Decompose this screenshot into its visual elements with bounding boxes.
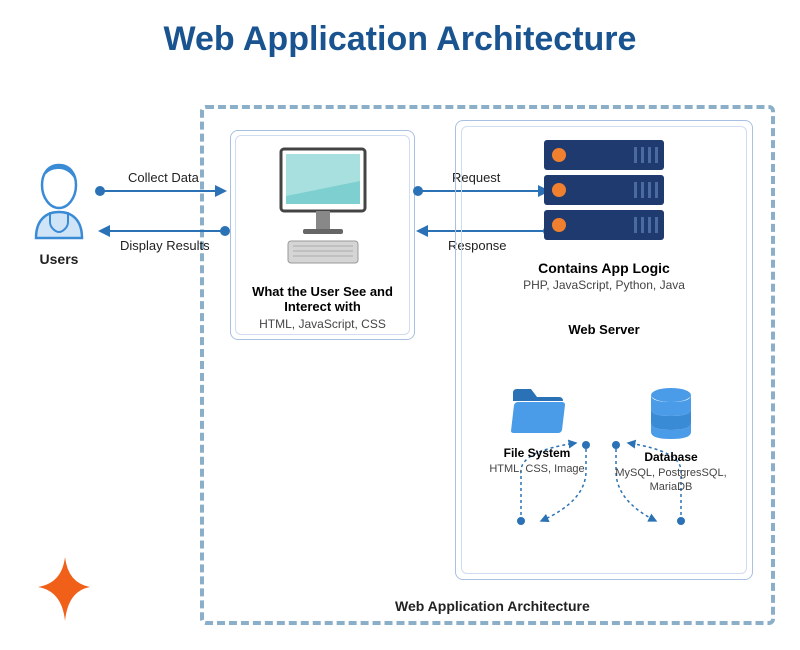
server-title: Contains App Logic xyxy=(470,260,738,276)
arrow-display-results xyxy=(100,230,225,232)
users-node: Users xyxy=(28,160,90,267)
database-icon xyxy=(646,426,696,443)
arrow-collect-data xyxy=(100,190,225,192)
star-logo-icon xyxy=(30,555,100,630)
filesystem-title: File System xyxy=(472,446,602,460)
client-subtitle: HTML, JavaScript, CSS xyxy=(231,317,414,331)
computer-icon xyxy=(263,141,383,276)
filesystem-subtitle: HTML, CSS, Image xyxy=(472,462,602,476)
folder-icon xyxy=(509,422,565,439)
filesystem-node: File System HTML, CSS, Image xyxy=(472,387,602,495)
user-icon xyxy=(28,227,90,244)
client-title: What the User See and Interect with xyxy=(231,284,414,314)
client-node: What the User See and Interect with HTML… xyxy=(230,130,415,340)
database-subtitle: MySQL, PostgresSQL, MariaDB xyxy=(606,466,736,495)
server-icon xyxy=(539,135,669,250)
page-title: Web Application Architecture xyxy=(0,0,800,69)
architecture-label: Web Application Architecture xyxy=(395,598,590,614)
database-title: Database xyxy=(606,450,736,464)
users-label: Users xyxy=(28,251,90,267)
webserver-label: Web Server xyxy=(470,322,738,337)
label-collect-data: Collect Data xyxy=(128,170,199,185)
database-node: Database MySQL, PostgresSQL, MariaDB xyxy=(606,387,736,495)
server-subtitle: PHP, JavaScript, Python, Java xyxy=(470,278,738,292)
server-node: Contains App Logic PHP, JavaScript, Pyth… xyxy=(455,120,753,580)
label-display-results: Display Results xyxy=(120,238,210,253)
